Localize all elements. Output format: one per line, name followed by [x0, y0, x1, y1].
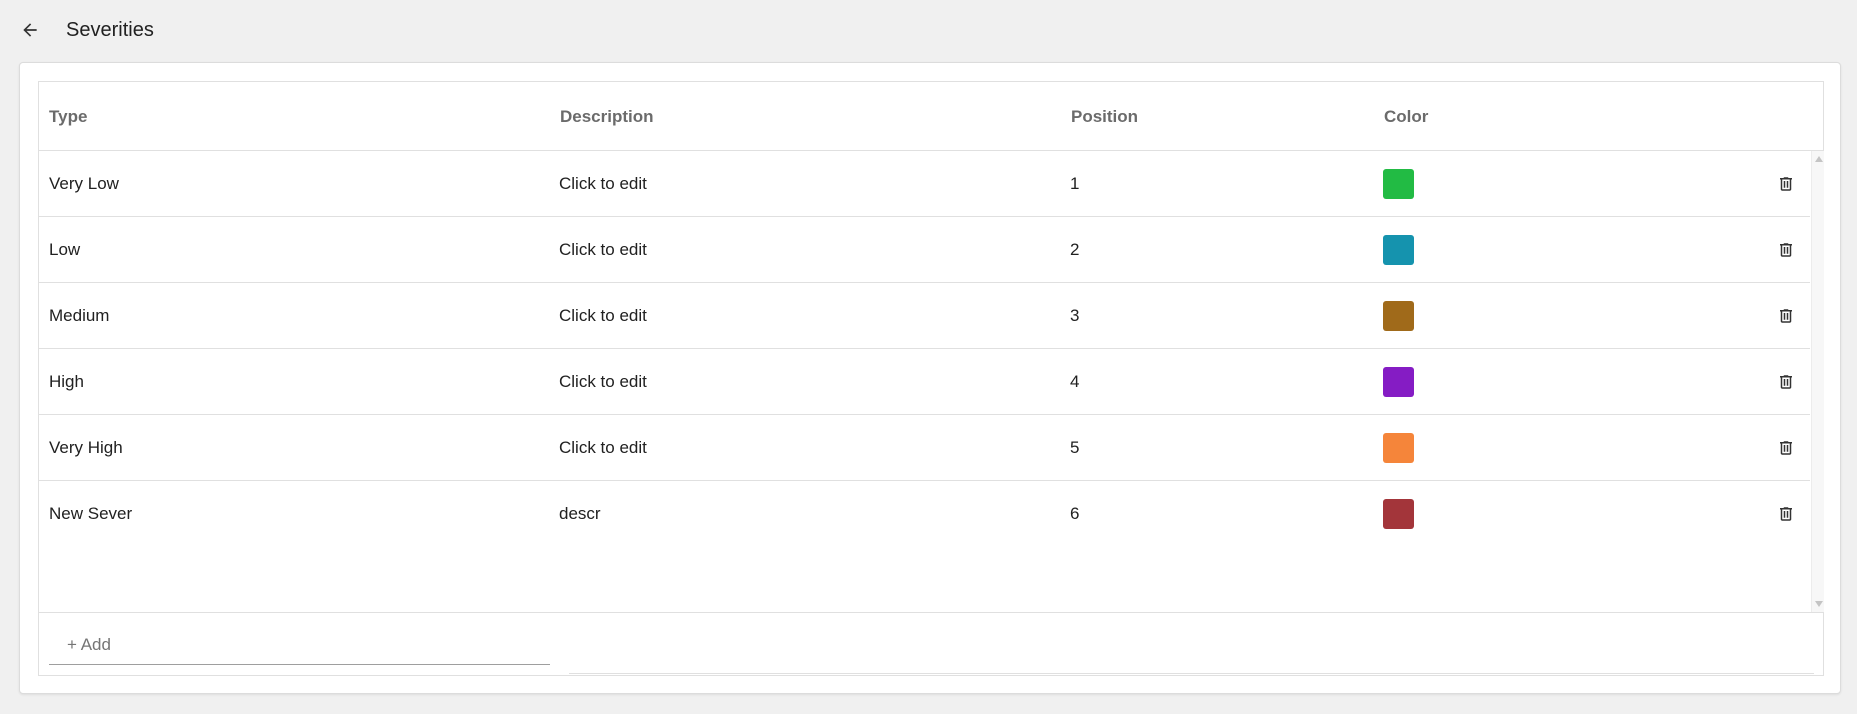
cell-type[interactable]: Low	[49, 217, 80, 282]
cell-description[interactable]: Click to edit	[559, 217, 647, 282]
trash-icon	[1780, 507, 1792, 521]
cell-position[interactable]: 4	[1070, 349, 1079, 414]
cell-description[interactable]: Click to edit	[559, 283, 647, 348]
table-row: New Sever descr 6	[39, 481, 1810, 547]
cell-position[interactable]: 5	[1070, 415, 1079, 480]
cell-type[interactable]: Very High	[49, 415, 123, 480]
color-swatch[interactable]	[1383, 433, 1414, 463]
footer-divider	[569, 673, 1814, 674]
cell-type[interactable]: Medium	[49, 283, 109, 348]
delete-row-button[interactable]	[1774, 436, 1798, 460]
table-row: Very Low Click to edit 1	[39, 151, 1810, 217]
trash-icon	[1780, 243, 1792, 257]
delete-row-button[interactable]	[1774, 502, 1798, 526]
table-row: High Click to edit 4	[39, 349, 1810, 415]
scroll-down-arrow-icon[interactable]	[1815, 601, 1823, 607]
color-swatch[interactable]	[1383, 499, 1414, 529]
color-swatch[interactable]	[1383, 235, 1414, 265]
delete-row-button[interactable]	[1774, 370, 1798, 394]
trash-icon	[1780, 441, 1792, 455]
delete-row-button[interactable]	[1774, 238, 1798, 262]
delete-row-button[interactable]	[1774, 172, 1798, 196]
table-row: Very High Click to edit 5	[39, 415, 1810, 481]
cell-description[interactable]: Click to edit	[559, 349, 647, 414]
page-title: Severities	[66, 19, 154, 41]
cell-description[interactable]: descr	[559, 481, 601, 546]
delete-row-button[interactable]	[1774, 304, 1798, 328]
trash-icon	[1780, 177, 1792, 191]
cell-position[interactable]: 2	[1070, 217, 1079, 282]
table-row: Medium Click to edit 3	[39, 283, 1810, 349]
severities-grid: Type Description Position Color Very Low…	[38, 81, 1824, 676]
severities-card: Type Description Position Color Very Low…	[19, 62, 1841, 694]
trash-icon	[1780, 309, 1792, 323]
column-header-type[interactable]: Type	[49, 82, 87, 151]
grid-body: Very Low Click to edit 1 Low Click to ed…	[39, 151, 1810, 612]
page-header: Severities	[0, 0, 1857, 62]
grid-header: Type Description Position Color	[39, 82, 1823, 151]
cell-position[interactable]: 6	[1070, 481, 1079, 546]
column-header-color[interactable]: Color	[1384, 82, 1428, 151]
color-swatch[interactable]	[1383, 367, 1414, 397]
cell-description[interactable]: Click to edit	[559, 151, 647, 216]
column-header-description[interactable]: Description	[560, 82, 654, 151]
cell-description[interactable]: Click to edit	[559, 415, 647, 480]
cell-type[interactable]: New Sever	[49, 481, 132, 546]
grid-footer	[39, 612, 1823, 676]
cell-type[interactable]: High	[49, 349, 84, 414]
color-swatch[interactable]	[1383, 169, 1414, 199]
trash-icon	[1780, 375, 1792, 389]
table-row: Low Click to edit 2	[39, 217, 1810, 283]
scroll-up-arrow-icon[interactable]	[1815, 156, 1823, 162]
cell-type[interactable]: Very Low	[49, 151, 119, 216]
back-button[interactable]	[18, 18, 42, 42]
cell-position[interactable]: 1	[1070, 151, 1079, 216]
add-severity-input[interactable]	[49, 625, 550, 665]
cell-position[interactable]: 3	[1070, 283, 1079, 348]
arrow-left-icon	[23, 23, 37, 37]
column-header-position[interactable]: Position	[1071, 82, 1138, 151]
color-swatch[interactable]	[1383, 301, 1414, 331]
vertical-scrollbar[interactable]	[1811, 151, 1824, 612]
